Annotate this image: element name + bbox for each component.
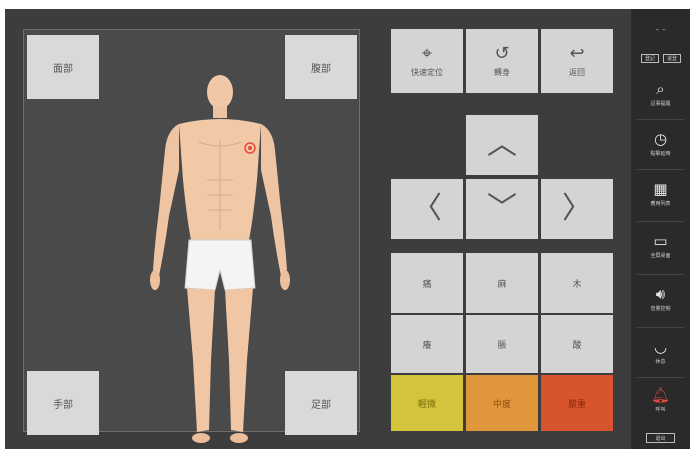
login-button[interactable]: 登記: [641, 54, 659, 63]
symptom-itch-button[interactable]: 癢: [391, 315, 463, 373]
level-mild-button[interactable]: 輕微: [391, 375, 463, 431]
sidebar-item-apps[interactable]: ▦ 應用列表: [631, 181, 690, 207]
sidebar-item-volume[interactable]: 🔊︎ 音量控制: [631, 286, 690, 312]
level-moderate-button[interactable]: 中度: [466, 375, 538, 431]
turn-label: 轉身: [494, 67, 510, 77]
quick-locate-label: 快速定位: [411, 67, 443, 77]
sidebar-item-label: 點擊延時: [650, 151, 671, 157]
closed-eye-icon: ◡: [653, 338, 668, 356]
sidebar-item-label: 音量控制: [650, 306, 671, 312]
up-button[interactable]: ︿: [466, 115, 538, 175]
symptom-wood-button[interactable]: 木: [541, 253, 613, 313]
left-button[interactable]: 〈: [391, 179, 463, 239]
speaker-icon: 🔊︎: [655, 285, 666, 303]
symptom-swell-button[interactable]: 脹: [466, 315, 538, 373]
chevron-up-icon: ︿: [487, 127, 517, 162]
chevron-left-icon: 〈: [412, 191, 442, 226]
monitor-icon: ▭: [653, 232, 668, 250]
chevron-right-icon: 〉: [562, 191, 592, 226]
sidebar-item-call[interactable]: 🔔︎ 呼叫: [631, 387, 690, 413]
clock-icon: ◷: [653, 130, 668, 148]
sidebar-item-label: 休息: [655, 359, 666, 365]
back-button[interactable]: ↩ 返回: [541, 29, 613, 93]
exit-button[interactable]: 退出: [646, 433, 675, 443]
sidebar-item-label: 呼叫: [655, 407, 666, 413]
sidebar-item-label: 記事提醒: [650, 101, 671, 107]
symptom-sore-button[interactable]: 酸: [541, 315, 613, 373]
divider: [637, 221, 684, 222]
turn-button[interactable]: ↺ 轉身: [466, 29, 538, 93]
right-button[interactable]: 〉: [541, 179, 613, 239]
chevron-down-icon: ﹀: [487, 191, 517, 226]
sidebar-item-rest[interactable]: ◡ 休息: [631, 339, 690, 365]
divider: [637, 169, 684, 170]
symptom-pain-button[interactable]: 痛: [391, 253, 463, 313]
abdomen-button[interactable]: 腹部: [285, 35, 357, 99]
divider: [637, 274, 684, 275]
divider: [637, 377, 684, 378]
search-clock-icon: ⌕: [656, 80, 665, 98]
body-figure[interactable]: [149, 70, 291, 449]
crosshair-icon: ⌖: [421, 42, 433, 64]
sidebar: – – 登記 退登 ⌕ 記事提醒 ◷ 點擊延時 ▦ 應用列表 ▭ 全屏桌面 🔊︎…: [631, 9, 690, 449]
divider: [637, 119, 684, 120]
sidebar-item-label: 應用列表: [650, 201, 671, 207]
divider: [637, 327, 684, 328]
level-severe-button[interactable]: 嚴重: [541, 375, 613, 431]
quick-locate-button[interactable]: ⌖ 快速定位: [391, 29, 463, 93]
sidebar-top-text: – –: [655, 25, 666, 34]
foot-button[interactable]: 足部: [285, 371, 357, 435]
grid-icon: ▦: [653, 180, 668, 198]
hand-button[interactable]: 手部: [27, 371, 99, 435]
down-button[interactable]: ﹀: [466, 179, 538, 239]
rotate-icon: ↺: [494, 42, 510, 64]
sidebar-item-reminder[interactable]: ⌕ 記事提醒: [631, 81, 690, 107]
face-button[interactable]: 面部: [27, 35, 99, 99]
bell-icon: 🔔︎: [650, 386, 671, 404]
symptom-numb-button[interactable]: 麻: [466, 253, 538, 313]
body-panel: 面部 腹部 手部 足部: [23, 29, 360, 443]
sidebar-item-delay[interactable]: ◷ 點擊延時: [631, 131, 690, 157]
sidebar-item-label: 全屏桌面: [650, 253, 671, 259]
back-label: 返回: [569, 67, 585, 77]
logout-button[interactable]: 退登: [663, 54, 681, 63]
sidebar-item-desktop[interactable]: ▭ 全屏桌面: [631, 233, 690, 259]
return-icon: ↩: [569, 42, 585, 64]
